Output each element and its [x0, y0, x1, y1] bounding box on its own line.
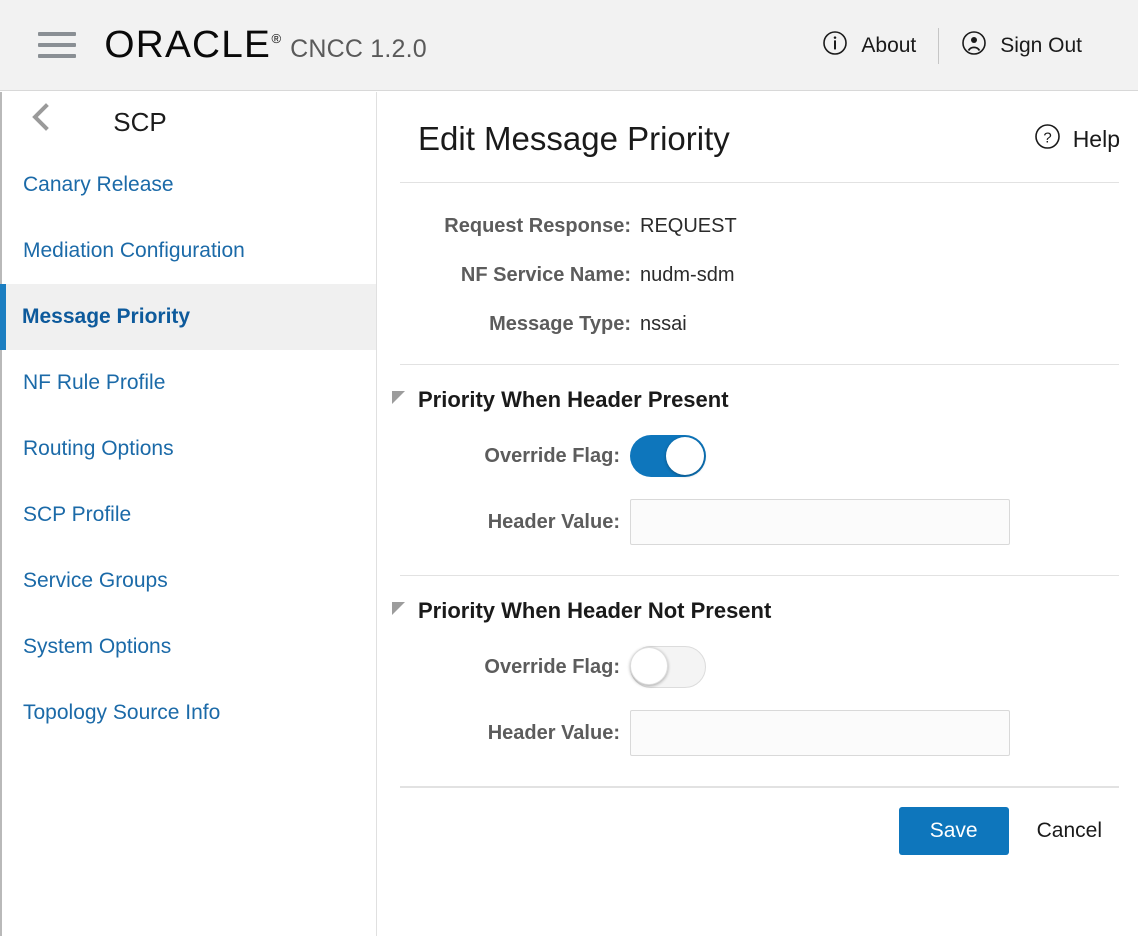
- sidebar-item-label: Canary Release: [23, 173, 174, 196]
- triangle-expanded-icon[interactable]: [391, 600, 409, 623]
- sidebar-item-mediation-configuration[interactable]: Mediation Configuration: [0, 218, 376, 284]
- sidebar-title: SCP: [113, 106, 167, 137]
- chevron-left-icon[interactable]: [28, 100, 54, 134]
- page-title: Edit Message Priority: [418, 120, 730, 157]
- header-value-input[interactable]: [630, 499, 1010, 545]
- top-bar-actions: About Sign Out: [806, 0, 1098, 91]
- about-label: About: [861, 33, 917, 57]
- top-app-bar: ORACLE ® CNCC 1.2.0 About Sign Out: [0, 0, 1138, 91]
- override-flag-row: Override Flag:: [378, 435, 1138, 477]
- sign-out-button[interactable]: Sign Out: [945, 26, 1098, 66]
- help-label: Help: [1072, 125, 1120, 152]
- override-flag-label: Override Flag:: [484, 655, 620, 678]
- user-circle-icon: [961, 30, 987, 61]
- sidebar-item-message-priority[interactable]: Message Priority: [0, 284, 376, 350]
- section-divider-1: [400, 364, 1119, 365]
- section-title: Priority When Header Present: [418, 387, 729, 412]
- override-flag-row: Override Flag:: [378, 646, 1138, 688]
- about-button[interactable]: About: [806, 26, 932, 66]
- field-label: NF Service Name:: [460, 264, 631, 286]
- sidebar-header: SCP: [0, 92, 376, 152]
- toggle-knob: [630, 647, 668, 685]
- section-2: Priority When Header Not Present Override…: [378, 598, 1138, 786]
- sidebar-item-routing-options[interactable]: Routing Options: [0, 416, 376, 482]
- header-value-row: Header Value:: [378, 710, 1138, 756]
- main-content: Edit Message Priority ? Help Request Res…: [378, 92, 1138, 936]
- override-flag-label: Override Flag:: [484, 444, 620, 467]
- active-item-indicator: [0, 284, 6, 350]
- brand-logo[interactable]: ORACLE ® CNCC 1.2.0: [104, 24, 427, 66]
- sidebar-item-nf-rule-profile[interactable]: NF Rule Profile: [0, 350, 376, 416]
- section-divider: [400, 575, 1119, 576]
- question-circle-icon: ?: [1034, 123, 1061, 155]
- sidebar-item-label: System Options: [23, 635, 172, 658]
- section-title: Priority When Header Not Present: [418, 598, 772, 623]
- section-header[interactable]: Priority When Header Present: [378, 387, 1138, 413]
- sidebar-item-label: Routing Options: [23, 437, 174, 460]
- save-button[interactable]: Save: [898, 807, 1009, 855]
- readonly-field-group: Request Response: REQUEST NF Service Name:…: [378, 215, 1138, 336]
- sidebar-item-list: Canary Release Mediation Configuration Mes…: [0, 152, 376, 746]
- cancel-button[interactable]: Cancel: [1023, 807, 1116, 855]
- sidebar-item-label: Service Groups: [23, 569, 168, 592]
- sidebar-item-canary-release[interactable]: Canary Release: [0, 152, 376, 218]
- product-version-label: CNCC 1.2.0: [290, 35, 427, 63]
- toggle-knob: [666, 437, 704, 475]
- form-actions: Save Cancel: [378, 788, 1138, 855]
- field-value: nssai: [640, 313, 687, 335]
- header-value-label: Header Value:: [487, 721, 620, 744]
- hamburger-menu-icon[interactable]: [38, 32, 76, 58]
- oracle-wordmark: ORACLE: [104, 24, 272, 66]
- field-value: nudm-sdm: [640, 264, 735, 286]
- viewport-left-edge: [0, 92, 2, 936]
- field-value: REQUEST: [640, 215, 737, 237]
- sidebar-item-label: SCP Profile: [23, 503, 132, 526]
- editable-sections: Priority When Header Present Override Fla…: [378, 387, 1138, 787]
- sidebar-navigation: SCP Canary Release Mediation Configuratio…: [0, 92, 377, 936]
- hamburger-bar: [38, 54, 76, 58]
- sidebar-item-scp-profile[interactable]: SCP Profile: [0, 482, 376, 548]
- sidebar-item-label: Message Priority: [22, 305, 191, 328]
- topbar-divider: [938, 27, 940, 64]
- readonly-field-row: Message Type: nssai: [378, 313, 1138, 336]
- override-flag-toggle[interactable]: [630, 646, 706, 688]
- section-1: Priority When Header Present Override Fla…: [378, 387, 1138, 575]
- header-value-row: Header Value:: [378, 499, 1138, 545]
- hamburger-bar: [38, 43, 76, 47]
- field-label: Request Response:: [444, 215, 631, 237]
- svg-text:?: ?: [1043, 129, 1051, 146]
- sidebar-item-service-groups[interactable]: Service Groups: [0, 548, 376, 614]
- sidebar-item-label: Topology Source Info: [23, 701, 221, 724]
- header-value-input[interactable]: [630, 710, 1010, 756]
- readonly-field-row: NF Service Name: nudm-sdm: [378, 264, 1138, 287]
- sign-out-label: Sign Out: [1000, 33, 1082, 57]
- override-flag-toggle[interactable]: [630, 435, 706, 477]
- triangle-expanded-icon[interactable]: [391, 389, 409, 412]
- sidebar-item-topology-source-info[interactable]: Topology Source Info: [0, 680, 376, 746]
- info-circle-icon: [822, 30, 848, 61]
- sidebar-item-label: NF Rule Profile: [23, 371, 166, 394]
- field-label: Message Type:: [489, 313, 631, 335]
- sidebar-item-system-options[interactable]: System Options: [0, 614, 376, 680]
- readonly-field-row: Request Response: REQUEST: [378, 215, 1138, 238]
- hamburger-bar: [38, 32, 76, 36]
- header-value-label: Header Value:: [487, 510, 620, 533]
- registered-trademark-icon: ®: [271, 31, 282, 46]
- header-divider: [400, 182, 1119, 183]
- sidebar-item-label: Mediation Configuration: [23, 239, 245, 262]
- section-header[interactable]: Priority When Header Not Present: [378, 598, 1138, 624]
- page-header: Edit Message Priority ? Help: [378, 92, 1138, 158]
- help-button[interactable]: ? Help: [1034, 123, 1120, 155]
